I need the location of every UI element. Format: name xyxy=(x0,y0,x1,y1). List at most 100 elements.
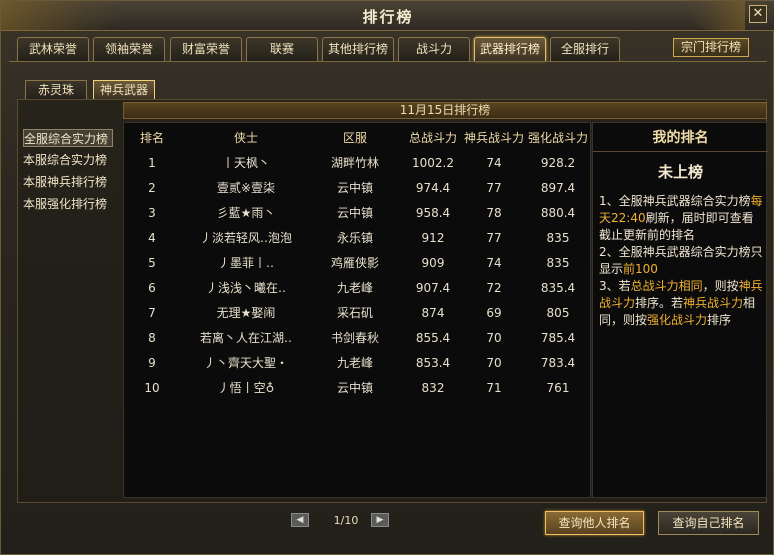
query-own-rank-button[interactable]: 查询自己排名 xyxy=(658,511,759,535)
table-row[interactable]: 8 若离丶人在江湖‥ 书剑春秋 855.4 70 785.4 xyxy=(124,326,592,351)
cell-player: 丿丶齊天大聖・ xyxy=(203,356,288,370)
cell-total-power: 855.4 xyxy=(415,331,451,345)
cell-total-power: 832 xyxy=(421,381,445,395)
tab-weapon-rankings[interactable]: 武器排行榜 xyxy=(474,37,546,61)
cell-total-power: 874 xyxy=(421,306,445,320)
table-row[interactable]: 4 丿淡若轻风‥泡泡 永乐镇 912 77 835 xyxy=(124,226,592,251)
tab-wulin-honor[interactable]: 武林荣誉 xyxy=(17,37,89,61)
cell-divine-power: 72 xyxy=(486,281,502,295)
cell-divine-power: 71 xyxy=(486,381,502,395)
cell-player: 丿悟丨空♁ xyxy=(217,381,275,395)
table-row[interactable]: 6 丿浅浅丶曦在‥ 九老峰 907.4 72 835.4 xyxy=(124,276,592,301)
tab-leader-honor[interactable]: 领袖荣誉 xyxy=(93,37,165,61)
cell-total-power: 853.4 xyxy=(415,356,451,370)
cell-rank: 5 xyxy=(148,256,156,270)
my-rank-panel: 我的排名 未上榜 1、全服神兵武器综合实力榜每天22:40刷新，届时即可查看截止… xyxy=(592,122,768,498)
cell-rank: 4 xyxy=(148,231,156,245)
cell-divine-power: 77 xyxy=(486,181,502,195)
my-rank-status: 未上榜 xyxy=(657,163,703,181)
cell-enhance-power: 835.4 xyxy=(540,281,576,295)
cell-rank: 10 xyxy=(144,381,160,395)
cell-divine-power: 70 xyxy=(486,356,502,370)
cell-player: 丿墨菲丨‥ xyxy=(217,256,274,270)
cell-total-power: 909 xyxy=(421,256,445,270)
header-total-power: 总战斗力 xyxy=(408,131,457,145)
cell-enhance-power: 805 xyxy=(546,306,570,320)
prev-page-button[interactable]: ◀ xyxy=(291,513,309,527)
table-row[interactable]: 1 丨天枫丶 湖畔竹林 1002.2 74 928.2 xyxy=(124,151,592,176)
cell-rank: 2 xyxy=(148,181,156,195)
query-others-rank-button[interactable]: 查询他人排名 xyxy=(545,511,644,535)
divider xyxy=(593,151,768,152)
cell-total-power: 912 xyxy=(421,231,445,245)
table-row[interactable]: 5 丿墨菲丨‥ 鸡雁侠影 909 74 835 xyxy=(124,251,592,276)
side-item-local-enhance[interactable]: 本服强化排行榜 xyxy=(23,195,113,213)
header-divine-power: 神兵战斗力 xyxy=(463,131,524,145)
cell-player: 丿淡若轻风‥泡泡 xyxy=(199,231,292,245)
cell-rank: 3 xyxy=(148,206,156,220)
cell-divine-power: 70 xyxy=(486,331,502,345)
cell-rank: 9 xyxy=(148,356,156,370)
cell-total-power: 1002.2 xyxy=(412,156,454,170)
cell-enhance-power: 897.4 xyxy=(540,181,576,195)
sect-rankings-button[interactable]: 宗门排行榜 xyxy=(673,38,749,57)
next-page-button[interactable]: ▶ xyxy=(371,513,389,527)
header-enhance-power: 强化战斗力 xyxy=(527,131,588,145)
title-bar[interactable]: 排行榜 ✕ xyxy=(1,1,774,31)
side-item-local-divine[interactable]: 本服神兵排行榜 xyxy=(23,173,113,191)
subtab-red-spirit-orb[interactable]: 赤灵珠 xyxy=(25,80,87,100)
close-button[interactable]: ✕ xyxy=(749,5,767,23)
cell-enhance-power: 835 xyxy=(546,256,570,270)
cell-rank: 6 xyxy=(148,281,156,295)
tab-wealth-honor[interactable]: 财富荣誉 xyxy=(170,37,242,61)
ranking-rules: 1、全服神兵武器综合实力榜每天22:40刷新，届时即可查看截止更新前的排名 2、… xyxy=(599,193,764,329)
table-row[interactable]: 10 丿悟丨空♁ 云中镇 832 71 761 xyxy=(124,376,592,401)
cell-enhance-power: 928.2 xyxy=(540,156,576,170)
cell-rank: 7 xyxy=(148,306,156,320)
cell-server: 云中镇 xyxy=(336,181,373,195)
cell-server: 鸡雁侠影 xyxy=(330,256,379,270)
rule-3: 3、若总战斗力相同，则按神兵战斗力排序。若神兵战斗力相同，则按强化战斗力排序 xyxy=(599,279,763,327)
cell-divine-power: 78 xyxy=(486,206,502,220)
cell-server: 云中镇 xyxy=(336,381,373,395)
page-indicator: 1/10 xyxy=(333,514,359,527)
cell-player: 彡藍★雨丶 xyxy=(216,206,276,220)
header-player: 侠士 xyxy=(233,131,258,145)
cell-enhance-power: 835 xyxy=(546,231,570,245)
cell-server: 湖畔竹林 xyxy=(330,156,379,170)
side-item-server-overall[interactable]: 全服综合实力榜 xyxy=(23,129,113,147)
table-row[interactable]: 7 无理★娶闹 采石矶 874 69 805 xyxy=(124,301,592,326)
cell-player: 丨天枫丶 xyxy=(221,156,270,170)
cell-server: 采石矶 xyxy=(336,306,373,320)
tab-server-rankings[interactable]: 全服排行 xyxy=(550,37,620,61)
table-header: 排名 侠士 区服 总战斗力 神兵战斗力 强化战斗力 xyxy=(124,123,592,151)
table-row[interactable]: 3 彡藍★雨丶 云中镇 958.4 78 880.4 xyxy=(124,201,592,226)
cell-server: 九老峰 xyxy=(336,281,373,295)
cell-enhance-power: 880.4 xyxy=(540,206,576,220)
ranking-window: 排行榜 ✕ 武林荣誉 领袖荣誉 财富荣誉 联赛 其他排行榜 战斗力 武器排行榜 … xyxy=(0,0,774,555)
cell-total-power: 958.4 xyxy=(415,206,451,220)
cell-player: 若离丶人在江湖‥ xyxy=(199,331,292,345)
cell-enhance-power: 783.4 xyxy=(540,356,576,370)
tab-league[interactable]: 联赛 xyxy=(246,37,318,61)
cell-rank: 1 xyxy=(148,156,156,170)
side-item-local-overall[interactable]: 本服综合实力榜 xyxy=(23,151,113,169)
cell-server: 云中镇 xyxy=(336,206,373,220)
cell-server: 九老峰 xyxy=(336,356,373,370)
rule-1: 1、全服神兵武器综合实力榜每天22:40刷新，届时即可查看截止更新前的排名 xyxy=(599,194,763,242)
window-title: 排行榜 xyxy=(362,8,414,26)
rule-2: 2、全服神兵武器综合实力榜只显示前100 xyxy=(599,245,763,276)
subtab-divine-weapon[interactable]: 神兵武器 xyxy=(93,80,155,100)
tab-other-rankings[interactable]: 其他排行榜 xyxy=(322,37,394,61)
cell-server: 书剑春秋 xyxy=(330,331,379,345)
cell-server: 永乐镇 xyxy=(336,231,373,245)
table-row[interactable]: 2 壹贰※壹柒 云中镇 974.4 77 897.4 xyxy=(124,176,592,201)
divider xyxy=(9,61,767,62)
table-row[interactable]: 9 丿丶齊天大聖・ 九老峰 853.4 70 783.4 xyxy=(124,351,592,376)
cell-enhance-power: 785.4 xyxy=(540,331,576,345)
tab-combat-power[interactable]: 战斗力 xyxy=(398,37,470,61)
header-server: 区服 xyxy=(342,131,367,145)
cell-total-power: 974.4 xyxy=(415,181,451,195)
cell-rank: 8 xyxy=(148,331,156,345)
date-banner: 11月15日排行榜 xyxy=(123,102,767,119)
